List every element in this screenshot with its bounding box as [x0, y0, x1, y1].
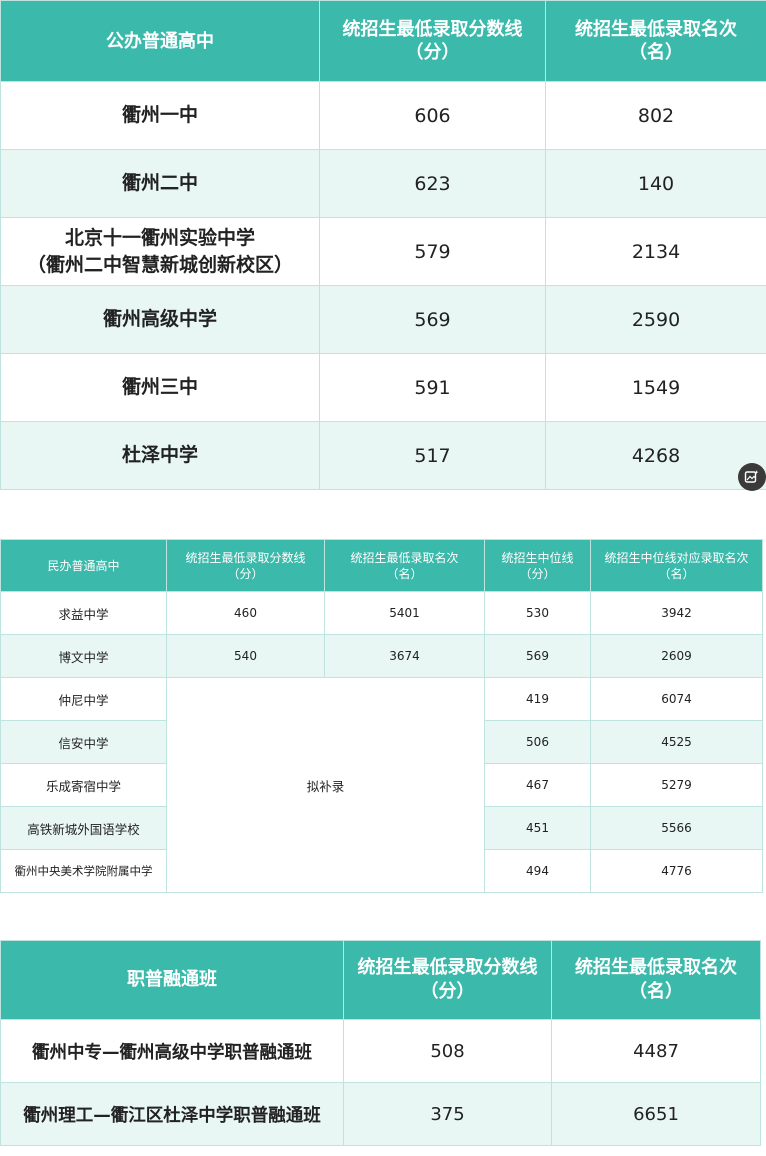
- min-score: 508: [343, 1019, 552, 1083]
- min-rank: 1549: [545, 353, 766, 422]
- header-min-score: 统招生最低录取分数线 （分）: [319, 0, 546, 82]
- min-rank: 6651: [551, 1082, 761, 1146]
- table-header-row: 民办普通高中 统招生最低录取分数线 （分） 统招生最低录取名次 （名） 统招生中位线…: [0, 539, 763, 592]
- table-row: 衢州三中 591 1549: [0, 353, 766, 422]
- header-min-rank: 统招生最低录取名次 （名）: [324, 539, 485, 592]
- table-row: 衢州中专—衢州高级中学职普融通班 508 4487: [0, 1019, 761, 1083]
- median-score: 451: [484, 806, 591, 850]
- min-score: 517: [319, 421, 546, 490]
- header-min-rank: 统招生最低录取名次 （名）: [545, 0, 766, 82]
- min-score: 591: [319, 353, 546, 422]
- school-name: 乐成寄宿中学: [0, 763, 167, 807]
- min-rank: 2590: [545, 285, 766, 354]
- min-rank: 5401: [324, 591, 485, 635]
- school-name: 衢州一中: [0, 81, 320, 150]
- median-score: 494: [484, 849, 591, 893]
- school-name: 衢州二中: [0, 149, 320, 218]
- supplementary-admission-note: 拟补录: [166, 677, 485, 893]
- min-score: 606: [319, 81, 546, 150]
- school-name: 求益中学: [0, 591, 167, 635]
- school-name: 杜泽中学: [0, 421, 320, 490]
- median-score: 467: [484, 763, 591, 807]
- class-name: 衢州中专—衢州高级中学职普融通班: [0, 1019, 344, 1083]
- table-row: 衢州理工—衢江区杜泽中学职普融通班 375 6651: [0, 1082, 761, 1146]
- min-rank: 3674: [324, 634, 485, 678]
- header-min-score: 统招生最低录取分数线 （分）: [343, 940, 552, 1020]
- vocational-integration-table: 职普融通班 统招生最低录取分数线 （分） 统招生最低录取名次 （名） 衢州中专—衢州…: [0, 940, 761, 1146]
- school-name: 北京十一衢州实验中学 （衢州二中智慧新城创新校区）: [0, 217, 320, 286]
- header-median-rank: 统招生中位线对应录取名次 （名）: [590, 539, 763, 592]
- table-row: 衢州高级中学 569 2590: [0, 285, 766, 354]
- school-name: 博文中学: [0, 634, 167, 678]
- median-rank: 3942: [590, 591, 763, 635]
- table-row: 求益中学 460 5401 530 3942: [0, 591, 763, 635]
- median-rank: 5566: [590, 806, 763, 850]
- median-rank: 2609: [590, 634, 763, 678]
- header-class-type: 职普融通班: [0, 940, 344, 1020]
- median-score: 506: [484, 720, 591, 764]
- public-high-school-table: 公办普通高中 统招生最低录取分数线 （分） 统招生最低录取名次 （名） 衢州一中 6…: [0, 0, 766, 490]
- min-rank: 4487: [551, 1019, 761, 1083]
- table-row: 仲尼中学 拟补录 419 6074: [0, 677, 763, 893]
- image-edit-button[interactable]: [738, 463, 766, 491]
- min-score: 569: [319, 285, 546, 354]
- school-name: 衢州三中: [0, 353, 320, 422]
- header-min-rank: 统招生最低录取名次 （名）: [551, 940, 761, 1020]
- table-row: 衢州一中 606 802: [0, 81, 766, 150]
- median-score: 530: [484, 591, 591, 635]
- median-score: 569: [484, 634, 591, 678]
- table-header-row: 职普融通班 统招生最低录取分数线 （分） 统招生最低录取名次 （名）: [0, 940, 761, 1020]
- table-row: 杜泽中学 517 4268: [0, 421, 766, 490]
- median-score: 419: [484, 677, 591, 721]
- median-rank: 4776: [590, 849, 763, 893]
- school-name: 衢州中央美术学院附属中学: [0, 849, 167, 893]
- table-row: 衢州二中 623 140: [0, 149, 766, 218]
- min-score: 579: [319, 217, 546, 286]
- header-median-score: 统招生中位线 （分）: [484, 539, 591, 592]
- class-name: 衢州理工—衢江区杜泽中学职普融通班: [0, 1082, 344, 1146]
- school-name: 高铁新城外国语学校: [0, 806, 167, 850]
- school-name: 仲尼中学: [0, 677, 167, 721]
- median-rank: 6074: [590, 677, 763, 721]
- min-rank: 802: [545, 81, 766, 150]
- median-rank: 4525: [590, 720, 763, 764]
- min-rank: 4268: [545, 421, 766, 490]
- header-school-type: 公办普通高中: [0, 0, 320, 82]
- table-row: 博文中学 540 3674 569 2609: [0, 634, 763, 678]
- min-score: 540: [166, 634, 325, 678]
- table-header-row: 公办普通高中 统招生最低录取分数线 （分） 统招生最低录取名次 （名）: [0, 0, 766, 82]
- min-score: 375: [343, 1082, 552, 1146]
- header-min-score: 统招生最低录取分数线 （分）: [166, 539, 325, 592]
- median-rank: 5279: [590, 763, 763, 807]
- school-name: 衢州高级中学: [0, 285, 320, 354]
- min-score: 460: [166, 591, 325, 635]
- min-rank: 2134: [545, 217, 766, 286]
- private-high-school-table: 民办普通高中 统招生最低录取分数线 （分） 统招生最低录取名次 （名） 统招生中位线…: [0, 539, 763, 893]
- min-score: 623: [319, 149, 546, 218]
- header-school-type: 民办普通高中: [0, 539, 167, 592]
- school-name: 信安中学: [0, 720, 167, 764]
- image-edit-icon: [744, 470, 759, 483]
- table-row: 北京十一衢州实验中学 （衢州二中智慧新城创新校区） 579 2134: [0, 217, 766, 286]
- min-rank: 140: [545, 149, 766, 218]
